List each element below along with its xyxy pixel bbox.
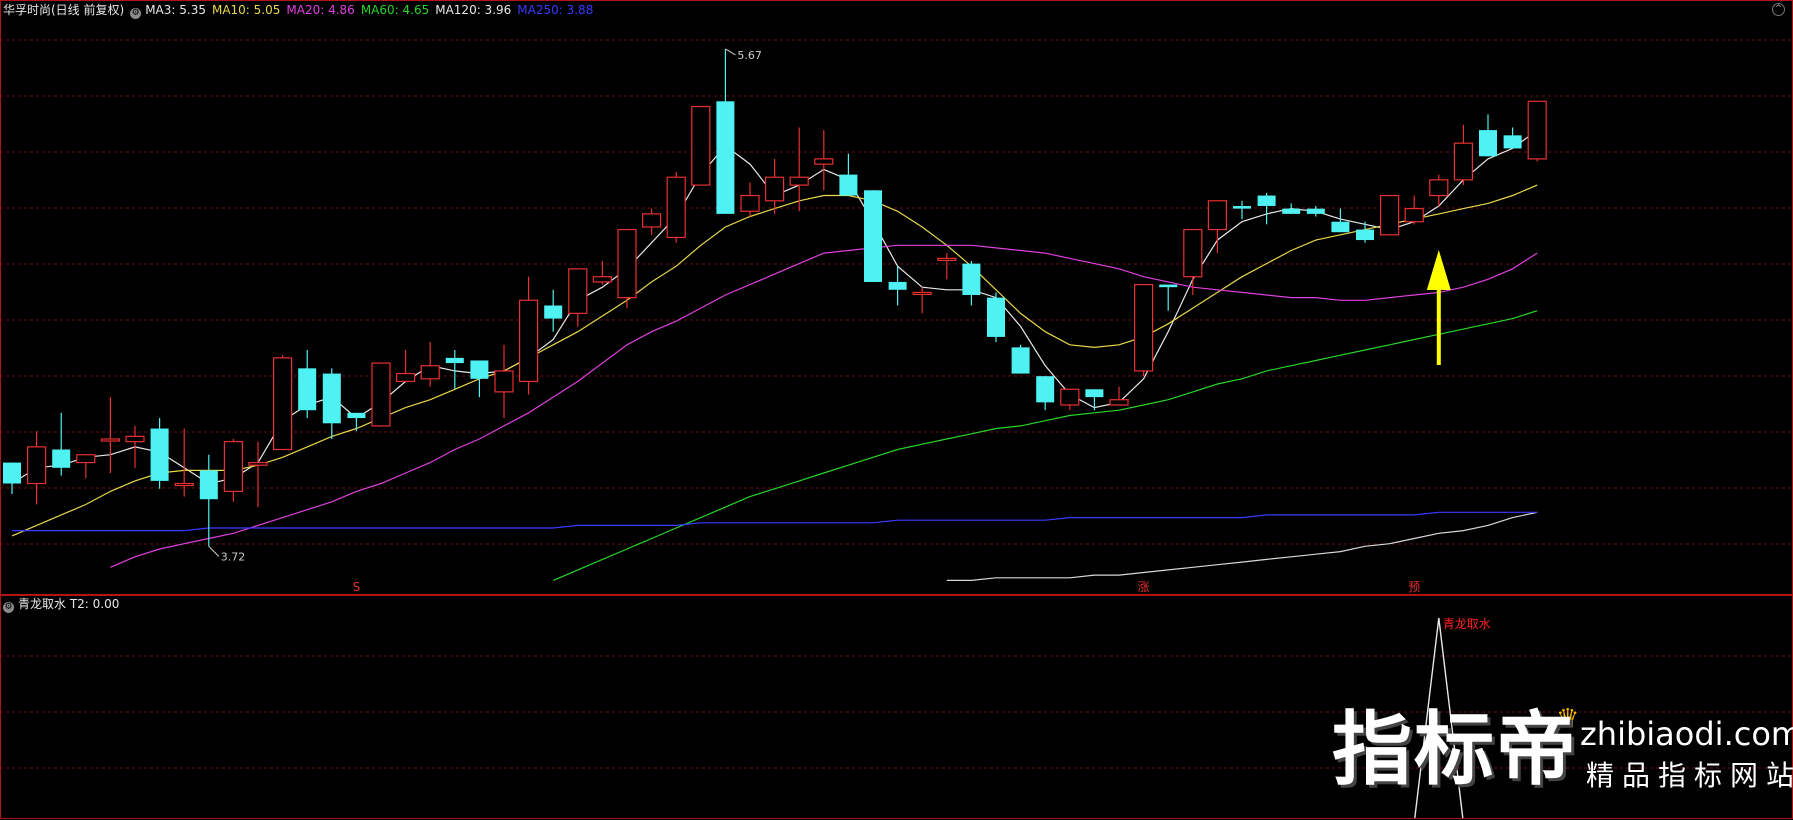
candle bbox=[371, 362, 391, 427]
min-price-label: 3.72 bbox=[221, 550, 246, 563]
candle bbox=[1379, 194, 1400, 236]
candle-body bbox=[1159, 284, 1178, 288]
candle-body bbox=[1379, 194, 1400, 236]
candle-body bbox=[716, 101, 735, 214]
candle bbox=[987, 292, 1005, 343]
candle-body bbox=[888, 281, 907, 290]
candle-body bbox=[273, 357, 293, 451]
candle-body bbox=[1282, 208, 1301, 214]
indicator-header: ⚙ 青龙取水 T2: 0.00 bbox=[3, 597, 125, 613]
candle-body bbox=[1011, 347, 1030, 374]
settings-icon[interactable]: ⚙ bbox=[3, 602, 14, 613]
stock-chart[interactable]: 5.67 3.72 S 涨 预 青龙取水 bbox=[0, 0, 1793, 820]
candle-body bbox=[3, 462, 21, 484]
candle-body bbox=[494, 370, 514, 393]
candle-body bbox=[322, 373, 341, 424]
ma20-label: MA20: 4.86 bbox=[286, 3, 355, 17]
candle-body bbox=[962, 263, 981, 296]
candle-body bbox=[1183, 228, 1203, 278]
candle-body bbox=[814, 158, 834, 165]
candle bbox=[1527, 100, 1547, 162]
candle-body bbox=[470, 360, 489, 379]
candle bbox=[1011, 344, 1030, 374]
ma60-label: MA60: 4.65 bbox=[360, 3, 430, 17]
max-price-label: 5.67 bbox=[737, 49, 762, 62]
candle-body bbox=[27, 446, 47, 485]
candle-body bbox=[864, 190, 882, 282]
candle-body bbox=[1060, 388, 1080, 406]
candle-body bbox=[740, 194, 760, 212]
candle-body bbox=[544, 305, 563, 319]
candle-body bbox=[1356, 229, 1374, 241]
chart-background bbox=[0, 0, 1793, 820]
candle-body bbox=[937, 257, 957, 261]
candle-body bbox=[100, 438, 121, 442]
candle-body bbox=[1306, 208, 1325, 214]
candle-body bbox=[420, 365, 440, 380]
candle-body bbox=[1257, 195, 1276, 207]
candle-body bbox=[1331, 221, 1350, 233]
signal-label: 青龙取水 bbox=[1443, 617, 1491, 631]
candle-body bbox=[987, 297, 1005, 337]
indicator-label: 青龙取水 T2: 0.00 bbox=[18, 597, 120, 611]
ma3-label: MA3: 5.35 bbox=[145, 3, 206, 17]
candle-body bbox=[617, 228, 637, 299]
candle-body bbox=[1404, 208, 1424, 223]
candle-body bbox=[223, 441, 243, 492]
candle-body bbox=[789, 176, 809, 186]
candle-body bbox=[199, 470, 218, 500]
candle-body bbox=[1527, 100, 1547, 160]
candle-body bbox=[764, 176, 785, 202]
candle-body bbox=[592, 276, 613, 283]
candle-body bbox=[248, 461, 268, 466]
signal-marker: 预 bbox=[1408, 580, 1420, 594]
collapse-icon[interactable]: ^ bbox=[1772, 3, 1785, 16]
candle bbox=[666, 171, 686, 243]
main-chart-header: 华孚时尚(日线 前复权) ⚙ MA3: 5.35 MA10: 5.05 MA20: 4.… bbox=[3, 3, 599, 19]
watermark-site: zhibiaodi.com bbox=[1580, 715, 1793, 753]
candle bbox=[864, 190, 882, 282]
candle-body bbox=[150, 428, 169, 481]
candle bbox=[1133, 283, 1154, 377]
candle-body bbox=[445, 357, 464, 364]
candle-body bbox=[76, 454, 96, 464]
candle bbox=[150, 418, 169, 489]
candle bbox=[617, 228, 637, 309]
candle-body bbox=[568, 268, 588, 314]
candle-body bbox=[518, 299, 539, 383]
candle-body bbox=[174, 482, 194, 487]
ma120-label: MA120: 3.96 bbox=[435, 3, 512, 17]
candle-body bbox=[347, 412, 366, 419]
candle-body bbox=[1036, 376, 1055, 403]
candle-body bbox=[691, 105, 711, 186]
candle-body bbox=[396, 372, 416, 383]
candle bbox=[273, 355, 293, 451]
ma250-label: MA250: 3.88 bbox=[517, 3, 594, 17]
candle-body bbox=[298, 368, 317, 411]
candle-body bbox=[1133, 283, 1154, 372]
candle-body bbox=[125, 435, 145, 443]
candle-body bbox=[1233, 206, 1251, 209]
candle-body bbox=[839, 174, 858, 196]
watermark-logo: 指标帝 bbox=[1332, 703, 1578, 796]
candle-body bbox=[1479, 130, 1497, 157]
signal-marker: S bbox=[353, 580, 361, 594]
candle-body bbox=[52, 449, 71, 468]
candle-body bbox=[641, 213, 662, 228]
candle-body bbox=[1429, 179, 1449, 197]
candle-body bbox=[1207, 200, 1228, 231]
candle-body bbox=[371, 362, 391, 427]
stock-title: 华孚时尚(日线 前复权) bbox=[3, 3, 125, 17]
candle-body bbox=[1109, 399, 1129, 406]
candle-body bbox=[912, 291, 932, 296]
settings-icon[interactable]: ⚙ bbox=[130, 8, 142, 19]
signal-marker: 涨 bbox=[1138, 579, 1150, 594]
ma10-label: MA10: 5.05 bbox=[211, 3, 281, 17]
candle-body bbox=[1503, 135, 1522, 149]
candle-body bbox=[1085, 389, 1104, 398]
watermark-tagline: 精品指标网站 bbox=[1586, 759, 1793, 792]
candle-body bbox=[666, 176, 686, 239]
candle bbox=[691, 105, 711, 186]
candle-body bbox=[1453, 142, 1474, 181]
